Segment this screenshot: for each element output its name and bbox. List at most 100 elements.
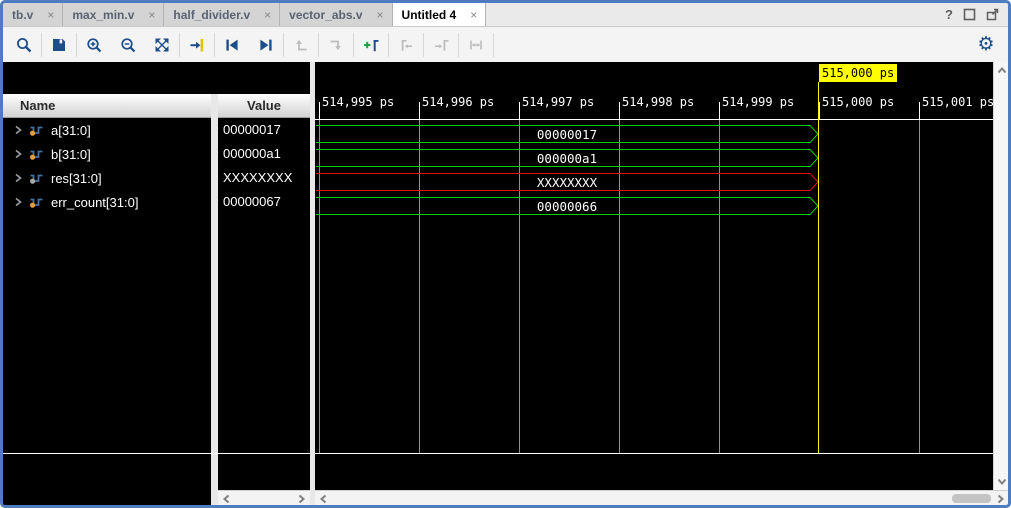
swap-previous-button[interactable] [288, 32, 314, 58]
expand-chevron-icon[interactable] [14, 149, 23, 159]
signal-row-res310[interactable]: res[31:0] [3, 166, 211, 190]
expand-chevron-icon[interactable] [14, 197, 23, 207]
zoom-range-button[interactable] [463, 32, 489, 58]
scroll-down-icon[interactable] [995, 475, 1008, 488]
toolbar-buttons [7, 32, 494, 58]
tab-half-divider-v[interactable]: half_divider.v × [164, 3, 280, 26]
scroll-right-icon[interactable] [994, 492, 1007, 505]
axis-tick [919, 102, 920, 119]
scroll-right-icon[interactable] [295, 492, 308, 505]
wave-hscrollbar[interactable] [315, 490, 1008, 505]
tab-label: max_min.v [72, 8, 134, 22]
toolbar-separator [214, 33, 215, 57]
zoom-out-button[interactable] [115, 32, 141, 58]
axis-tick [519, 102, 520, 119]
time-axis-line [315, 119, 993, 120]
column-splitter[interactable] [211, 94, 218, 505]
waveform-window: tb.v×max_min.v×half_divider.v×vector_abs… [0, 0, 1011, 508]
gridline [419, 120, 420, 453]
axis-tick-label: 514,997 ps [522, 95, 594, 109]
axis-tick-label: 514,999 ps [722, 95, 794, 109]
help-icon[interactable]: ? [945, 7, 953, 22]
zoom-in-button[interactable] [81, 32, 107, 58]
toolbar-separator [283, 33, 284, 57]
toolbar-separator [41, 33, 42, 57]
swap-next-button[interactable] [323, 32, 349, 58]
hscroll-thumb[interactable] [952, 494, 991, 503]
window-controls: ? [945, 3, 1008, 26]
toolbar-separator [458, 33, 459, 57]
next-marker-button[interactable] [428, 32, 454, 58]
bus-signal-icon [29, 124, 44, 137]
signal-value: 00000017 [218, 118, 310, 142]
bus-signal-icon [29, 196, 44, 209]
toolbar-separator [318, 33, 319, 57]
tab-tb-v[interactable]: tb.v × [3, 3, 63, 26]
wave-vscrollbar[interactable] [993, 62, 1008, 490]
tab-close-icon[interactable]: × [264, 9, 271, 21]
toolbar-separator [76, 33, 77, 57]
gridline [619, 120, 620, 453]
next-transition-button[interactable] [253, 32, 279, 58]
signal-name-panel: Name a[31:0] b[31:0] res[31:0] err_count[31… [3, 62, 211, 505]
tab-close-icon[interactable]: × [148, 9, 155, 21]
axis-tick [419, 102, 420, 119]
toolbar-separator [423, 33, 424, 57]
zoom-fit-button[interactable] [149, 32, 175, 58]
signal-row-b310[interactable]: b[31:0] [3, 142, 211, 166]
add-marker-button[interactable] [358, 32, 384, 58]
previous-marker-button[interactable] [393, 32, 419, 58]
scroll-left-icon[interactable] [317, 492, 330, 505]
tab-list: tb.v×max_min.v×half_divider.v×vector_abs… [3, 3, 486, 26]
axis-tick-label: 515,000 ps [822, 95, 894, 109]
tab-untitled-4[interactable]: Untitled 4× [393, 3, 487, 26]
signal-row-err_count310[interactable]: err_count[31:0] [3, 190, 211, 214]
expand-chevron-icon[interactable] [14, 173, 23, 183]
bus-value-label: 000000a1 [316, 151, 818, 166]
tab-close-icon[interactable]: × [47, 9, 54, 21]
value-hscrollbar[interactable] [218, 490, 310, 505]
value-column-header[interactable]: Value [218, 94, 310, 118]
previous-transition-button[interactable] [219, 32, 245, 58]
float-window-icon[interactable] [986, 8, 999, 21]
toolbar: ⚙ [3, 27, 1008, 62]
tab-vector-abs-v[interactable]: vector_abs.v × [280, 3, 392, 26]
time-cursor-line[interactable] [818, 82, 819, 453]
wave-canvas[interactable]: 515,000 ps 514,995 ps 514,996 ps 514,997 p… [315, 62, 993, 490]
save-button[interactable] [46, 32, 72, 58]
tab-max-min-v[interactable]: max_min.v × [63, 3, 164, 26]
search-button[interactable] [11, 32, 37, 58]
maximize-icon[interactable] [963, 8, 976, 21]
axis-tick-label: 514,996 ps [422, 95, 494, 109]
tab-close-icon[interactable]: × [470, 9, 477, 21]
gridline [319, 120, 320, 453]
bus-signal-icon [29, 148, 44, 161]
gridline [919, 120, 920, 453]
signal-row-a310[interactable]: a[31:0] [3, 118, 211, 142]
axis-tick-label: 514,995 ps [322, 95, 394, 109]
toolbar-separator [388, 33, 389, 57]
scroll-up-icon[interactable] [995, 64, 1008, 77]
toolbar-separator [353, 33, 354, 57]
scroll-left-icon[interactable] [220, 492, 233, 505]
name-column-header[interactable]: Name [3, 94, 211, 118]
cursor-time-badge[interactable]: 515,000 ps [819, 64, 897, 82]
bus-value-label: 00000017 [316, 127, 818, 142]
signal-name: a[31:0] [51, 123, 91, 138]
gridline [519, 120, 520, 453]
signal-name: res[31:0] [51, 171, 102, 186]
wave-bottom-line [315, 453, 993, 454]
toolbar-separator [179, 33, 180, 57]
tab-label: tb.v [12, 8, 33, 22]
go-to-cursor-button[interactable] [184, 32, 210, 58]
expand-chevron-icon[interactable] [14, 125, 23, 135]
signal-value: 000000a1 [218, 142, 310, 166]
signal-value: XXXXXXXX [218, 166, 310, 190]
tab-label: half_divider.v [173, 8, 250, 22]
settings-gear-icon[interactable]: ⚙ [973, 31, 999, 57]
signal-name: err_count[31:0] [51, 195, 138, 210]
tab-label: vector_abs.v [289, 8, 362, 22]
signal-value: 00000067 [218, 190, 310, 214]
axis-tick [619, 102, 620, 119]
tab-close-icon[interactable]: × [377, 9, 384, 21]
